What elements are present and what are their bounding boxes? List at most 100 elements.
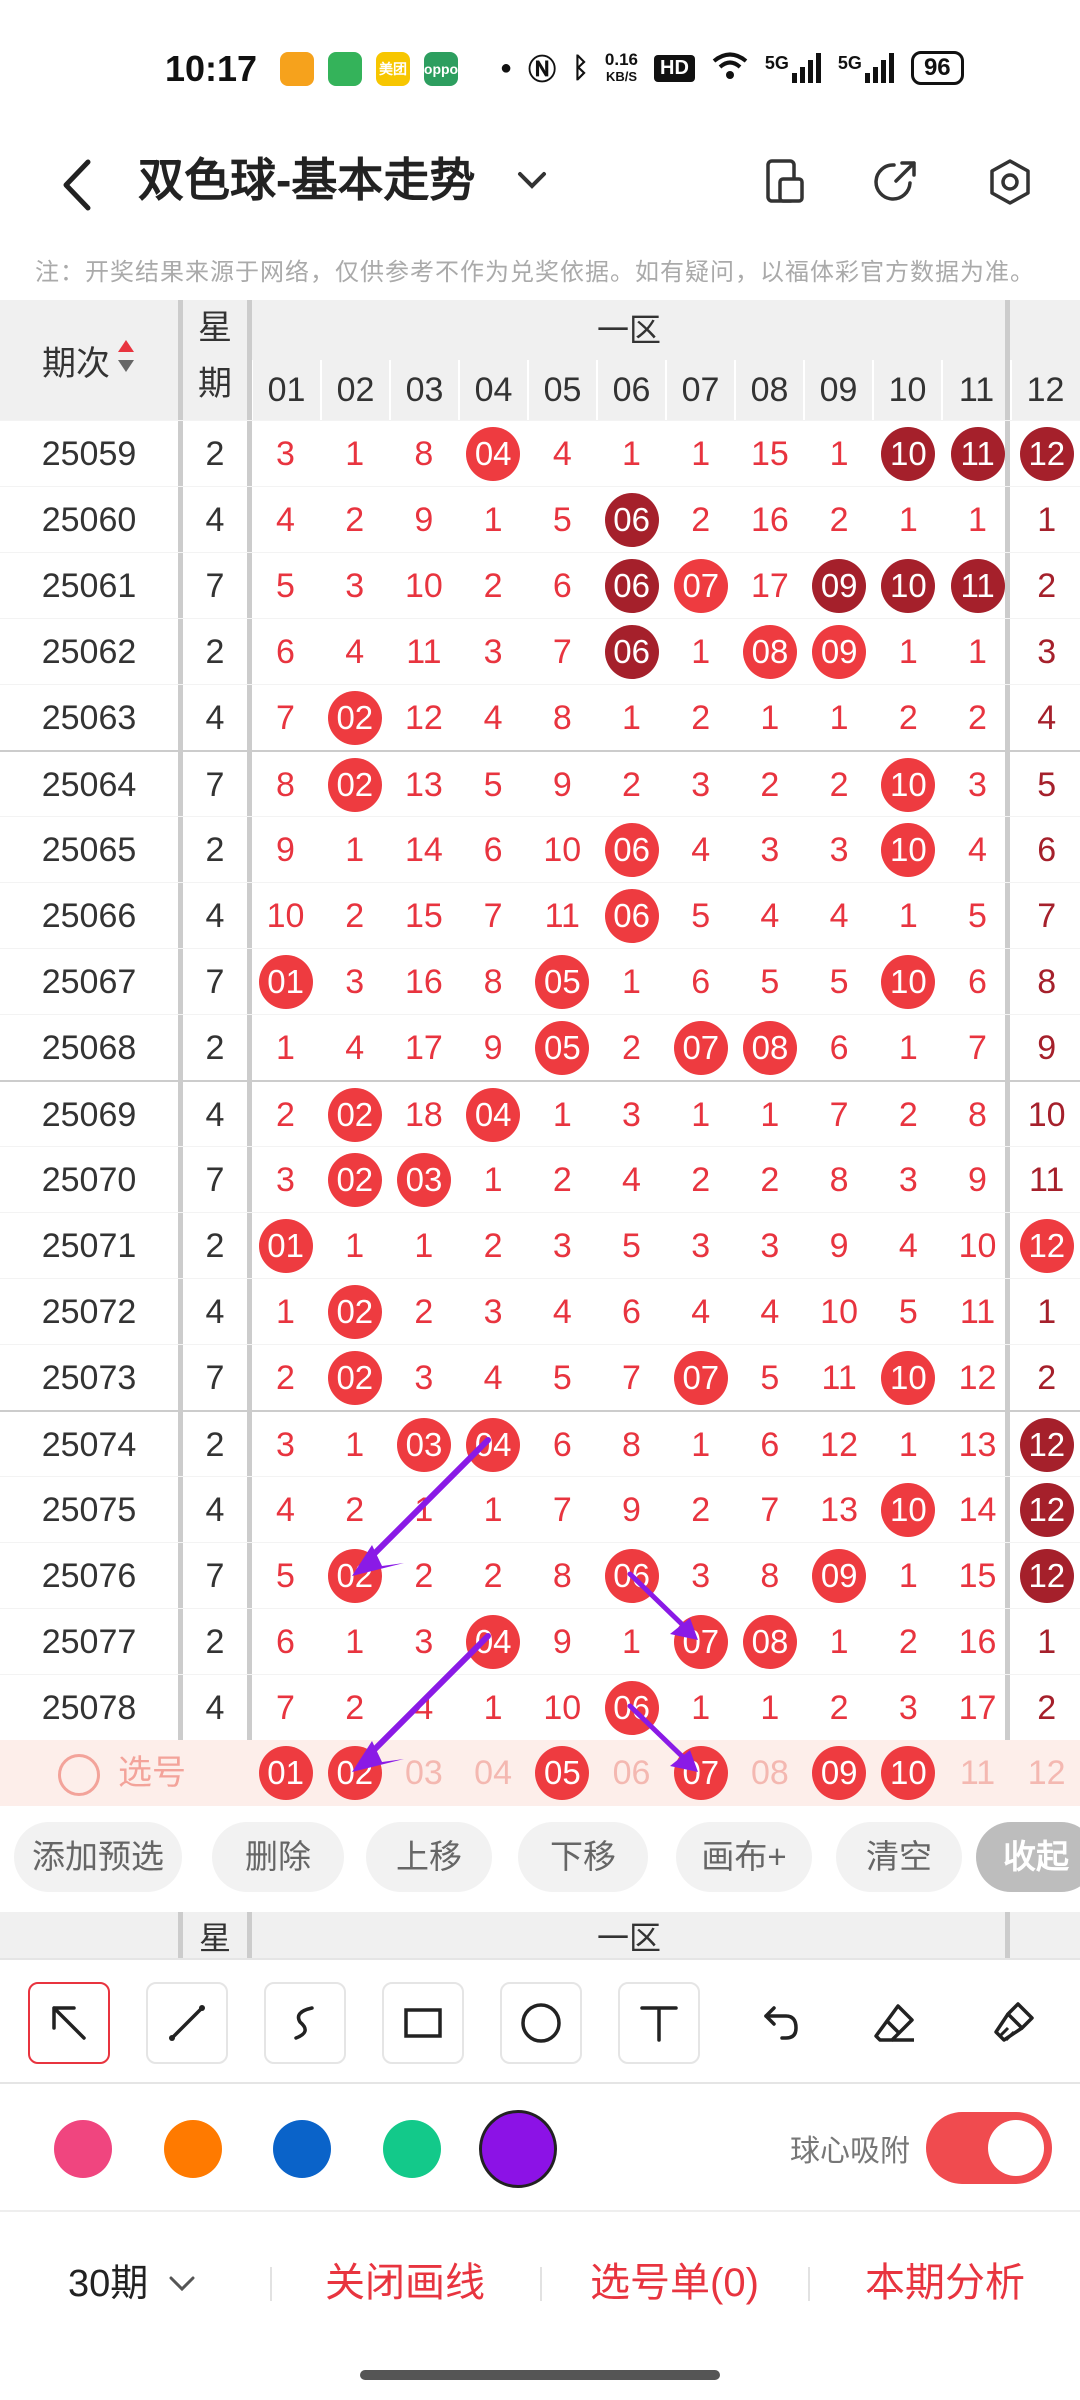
snap-toggle[interactable] — [926, 2112, 1052, 2184]
color-swatch-1[interactable] — [54, 2120, 112, 2178]
drawn-number-ball[interactable]: 06 — [604, 1681, 659, 1735]
drawn-number-ball[interactable]: 08 — [743, 1615, 797, 1669]
eraser-icon[interactable] — [854, 1982, 936, 2064]
drawn-number-ball[interactable]: 12 — [1019, 1418, 1074, 1472]
drawn-number-ball[interactable]: 10 — [881, 559, 936, 613]
drawn-number-ball[interactable]: 07 — [673, 1351, 728, 1405]
picked-number-ball[interactable]: 07 — [673, 1746, 728, 1800]
miss-count-cell: 3 — [691, 1227, 711, 1265]
action-chip-3[interactable]: 上移 — [366, 1822, 492, 1892]
miss-count-cell: 9 — [829, 1227, 849, 1265]
period-count-dropdown[interactable]: 30期 — [68, 2252, 199, 2307]
drawn-number-ball[interactable]: 06 — [604, 493, 659, 547]
action-chip-1[interactable]: 添加预选 — [14, 1822, 182, 1892]
drawn-number-ball[interactable]: 11 — [950, 559, 1005, 613]
drawn-number-ball[interactable]: 08 — [743, 1021, 797, 1075]
phone-layout-icon[interactable] — [750, 142, 820, 222]
picked-number-ball[interactable]: 05 — [535, 1746, 590, 1800]
chevron-down-icon[interactable] — [512, 150, 552, 210]
drawn-number-ball[interactable]: 04 — [466, 1615, 521, 1669]
pickable-number[interactable]: 03 — [389, 1740, 458, 1806]
back-button[interactable] — [50, 150, 110, 220]
drawn-number-ball[interactable]: 12 — [1019, 427, 1074, 481]
pickable-number[interactable]: 12 — [1012, 1740, 1080, 1806]
page-title[interactable]: 双色球-基本走势 — [138, 140, 475, 220]
share-icon[interactable] — [860, 142, 930, 222]
text-tool-icon[interactable] — [618, 1982, 700, 2064]
drawn-number-ball[interactable]: 06 — [604, 1549, 659, 1603]
drawn-number-ball[interactable]: 09 — [812, 559, 867, 613]
drawn-number-ball[interactable]: 03 — [397, 1418, 451, 1472]
drawn-number-ball[interactable]: 06 — [604, 823, 659, 877]
settings-icon[interactable] — [975, 142, 1045, 222]
drawn-number-ball[interactable]: 07 — [673, 559, 728, 613]
drawn-number-ball[interactable]: 02 — [327, 1351, 382, 1405]
drawn-number-ball[interactable]: 11 — [950, 427, 1005, 481]
drawn-number-ball[interactable]: 01 — [258, 955, 313, 1009]
drawn-number-ball[interactable]: 04 — [466, 1418, 521, 1472]
drawn-number-ball[interactable]: 05 — [535, 955, 590, 1009]
drawn-number-ball[interactable]: 06 — [604, 625, 659, 679]
drawn-number-ball[interactable]: 10 — [881, 955, 936, 1009]
drawn-number-ball[interactable]: 02 — [327, 691, 382, 745]
drawn-number-ball[interactable]: 02 — [327, 1153, 382, 1207]
undo-icon[interactable] — [736, 1982, 818, 2064]
drawn-number-ball[interactable]: 02 — [327, 758, 382, 812]
color-swatch-5[interactable] — [479, 2110, 557, 2188]
drawn-number-ball[interactable]: 06 — [604, 559, 659, 613]
circle-tool-icon[interactable] — [500, 1982, 582, 2064]
action-chip-2[interactable]: 删除 — [212, 1822, 344, 1892]
drawn-number-ball[interactable]: 02 — [327, 1088, 382, 1142]
picked-number-ball[interactable]: 01 — [258, 1746, 313, 1800]
drawn-number-ball[interactable]: 03 — [397, 1153, 451, 1207]
drawn-number-ball[interactable]: 05 — [535, 1021, 590, 1075]
drawn-number-ball[interactable]: 06 — [604, 889, 659, 943]
action-chip-6[interactable]: 清空 — [836, 1822, 962, 1892]
drawn-number-ball[interactable]: 07 — [673, 1021, 728, 1075]
color-swatch-4[interactable] — [383, 2120, 441, 2178]
drawn-number-ball[interactable]: 10 — [881, 1351, 936, 1405]
clear-brush-icon[interactable] — [972, 1982, 1054, 2064]
period-cell: 25062 — [41, 633, 137, 671]
picked-number-ball[interactable]: 02 — [327, 1746, 382, 1800]
period-cell: 25059 — [41, 435, 137, 473]
pickable-number[interactable]: 11 — [943, 1740, 1012, 1806]
drawn-number-ball[interactable]: 09 — [812, 625, 867, 679]
picked-number-ball[interactable]: 10 — [881, 1746, 936, 1800]
period-analysis-button[interactable]: 本期分析 — [865, 2250, 1025, 2308]
pickable-number[interactable]: 06 — [597, 1740, 666, 1806]
rectangle-tool-icon[interactable] — [382, 1982, 464, 2064]
color-swatch-2[interactable] — [164, 2120, 222, 2178]
action-chip-7[interactable]: 收起 — [976, 1822, 1080, 1892]
line-tool-icon[interactable] — [146, 1982, 228, 2064]
drawn-number-ball[interactable]: 12 — [1019, 1483, 1074, 1537]
color-swatch-3[interactable] — [273, 2120, 331, 2178]
drawn-number-ball[interactable]: 12 — [1019, 1549, 1074, 1603]
miss-count-cell: 2 — [1037, 1359, 1057, 1397]
drawn-number-ball[interactable]: 01 — [258, 1219, 313, 1273]
drawn-number-ball[interactable]: 10 — [881, 427, 936, 481]
arrow-tool-icon[interactable] — [28, 1982, 110, 2064]
miss-count-cell: 4 — [1037, 699, 1057, 737]
drawn-number-ball[interactable]: 04 — [466, 427, 521, 481]
close-drawing-button[interactable]: 关闭画线 — [325, 2250, 485, 2308]
action-chip-5[interactable]: 画布+ — [676, 1822, 812, 1892]
pickable-number[interactable]: 08 — [735, 1740, 804, 1806]
selection-list-button[interactable]: 选号单(0) — [590, 2250, 759, 2308]
drawn-number-ball[interactable]: 12 — [1019, 1219, 1074, 1273]
picked-number-ball[interactable]: 09 — [812, 1746, 867, 1800]
drawn-number-ball[interactable]: 08 — [743, 625, 797, 679]
drawn-number-ball[interactable]: 09 — [812, 1549, 867, 1603]
drawn-number-ball[interactable]: 02 — [327, 1285, 382, 1339]
drawn-number-ball[interactable]: 04 — [466, 1088, 521, 1142]
drawn-number-ball[interactable]: 10 — [881, 823, 936, 877]
pickable-number[interactable]: 04 — [459, 1740, 528, 1806]
period-header[interactable]: 期次 — [0, 300, 178, 420]
curve-tool-icon[interactable] — [264, 1982, 346, 2064]
drawn-number-ball[interactable]: 02 — [327, 1549, 382, 1603]
select-all-radio[interactable] — [58, 1754, 100, 1796]
drawn-number-ball[interactable]: 07 — [673, 1615, 728, 1669]
action-chip-4[interactable]: 下移 — [518, 1822, 648, 1892]
drawn-number-ball[interactable]: 10 — [881, 758, 936, 812]
drawn-number-ball[interactable]: 10 — [881, 1483, 936, 1537]
